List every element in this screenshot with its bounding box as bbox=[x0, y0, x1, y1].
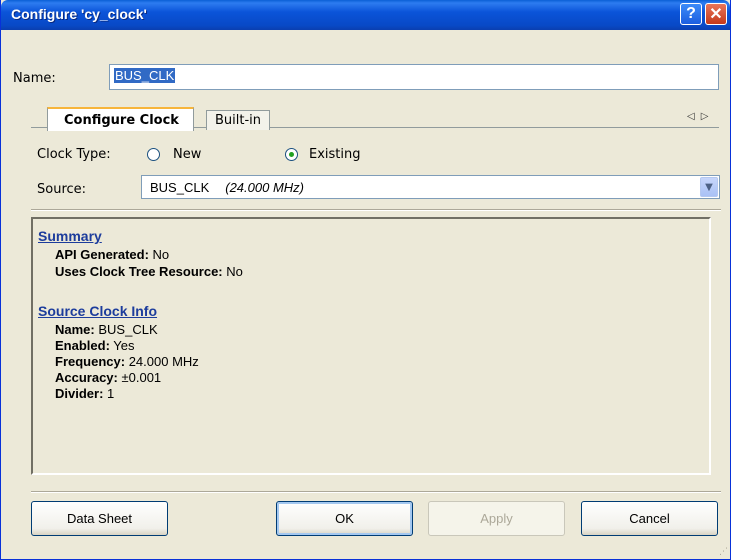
summary-api-generated: API Generated: No bbox=[55, 247, 170, 262]
source-label: Source: bbox=[37, 182, 87, 197]
clock-type-label: Clock Type: bbox=[37, 147, 111, 162]
source-frequency: (24.000 MHz) bbox=[225, 180, 304, 195]
summary-heading[interactable]: Summary bbox=[38, 228, 102, 244]
close-icon: ✕ bbox=[709, 6, 723, 23]
apply-button[interactable]: Apply bbox=[428, 501, 565, 536]
data-sheet-button[interactable]: Data Sheet bbox=[31, 501, 168, 536]
source-select[interactable]: BUS_CLK (24.000 MHz) ▼ bbox=[141, 175, 720, 199]
source-info-name: Name: BUS_CLK bbox=[55, 322, 158, 337]
cancel-button[interactable]: Cancel bbox=[581, 501, 718, 536]
tab-scroll-left-icon[interactable]: ◁ bbox=[687, 111, 701, 122]
help-button[interactable]: ? bbox=[680, 3, 702, 25]
window-title: Configure 'cy_clock' bbox=[11, 6, 147, 22]
tab-built-in[interactable]: Built-in bbox=[206, 110, 271, 130]
radio-existing-label[interactable]: Existing bbox=[309, 147, 361, 162]
tab-configure-clock[interactable]: Configure Clock bbox=[47, 107, 194, 131]
tab-scroll-arrows[interactable]: ◁▷ bbox=[687, 111, 714, 122]
title-bar[interactable]: Configure 'cy_clock' ? ✕ bbox=[1, 0, 730, 30]
name-input[interactable]: BUS_CLK bbox=[109, 64, 719, 90]
source-info-heading[interactable]: Source Clock Info bbox=[38, 303, 157, 319]
name-value: BUS_CLK bbox=[114, 68, 176, 83]
radio-new-label[interactable]: New bbox=[173, 147, 201, 162]
ok-button[interactable]: OK bbox=[276, 501, 413, 536]
radio-existing[interactable] bbox=[285, 148, 298, 161]
configure-dialog: Configure 'cy_clock' ? ✕ Name: BUS_CLK C… bbox=[0, 0, 731, 560]
tab-scroll-right-icon[interactable]: ▷ bbox=[701, 111, 715, 122]
divider-top bbox=[31, 209, 721, 211]
chevron-down-icon[interactable]: ▼ bbox=[700, 177, 718, 197]
source-info-divider: Divider: 1 bbox=[55, 386, 115, 401]
help-icon: ? bbox=[686, 5, 696, 22]
divider-bottom bbox=[31, 491, 721, 493]
summary-uses-clock-tree: Uses Clock Tree Resource: No bbox=[55, 264, 243, 279]
source-info-enabled: Enabled: Yes bbox=[55, 338, 135, 353]
resize-grip-icon[interactable]: ⋰ bbox=[719, 547, 728, 557]
source-info-accuracy: Accuracy: ±0.001 bbox=[55, 370, 162, 385]
source-value: BUS_CLK (24.000 MHz) bbox=[150, 180, 304, 195]
name-label: Name: bbox=[13, 71, 56, 86]
info-panel: Summary API Generated: No Uses Clock Tre… bbox=[31, 217, 711, 475]
radio-new[interactable] bbox=[147, 148, 160, 161]
close-button[interactable]: ✕ bbox=[705, 3, 727, 25]
source-info-frequency: Frequency: 24.000 MHz bbox=[55, 354, 199, 369]
